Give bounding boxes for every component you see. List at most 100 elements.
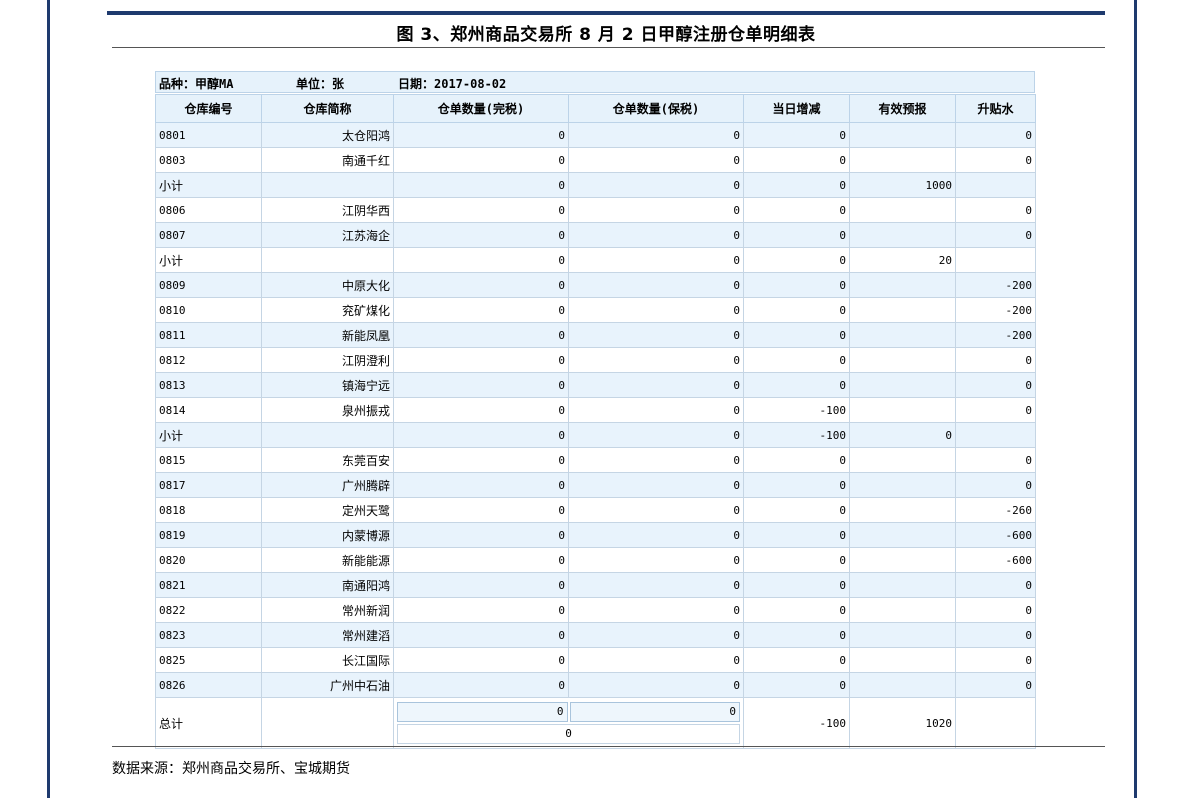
cell-warehouse-code: 0813 xyxy=(155,372,262,398)
cell-daily-change: 0 xyxy=(743,322,850,348)
cell-warehouse-name: 太仓阳鸿 xyxy=(261,122,394,148)
col-header-tax-paid: 仓单数量(完税) xyxy=(393,94,569,123)
cell-warehouse-name: 江阴澄利 xyxy=(261,347,394,373)
cell-warehouse-code: 0801 xyxy=(155,122,262,148)
cell-forecast xyxy=(849,197,956,223)
cell-forecast xyxy=(849,347,956,373)
total-forecast: 1020 xyxy=(849,697,956,749)
cell-premium: 0 xyxy=(955,197,1036,223)
cell-tax-paid: 0 xyxy=(393,497,569,523)
cell-bonded: 0 xyxy=(568,297,744,323)
cell-warehouse-name: 东莞百安 xyxy=(261,447,394,473)
cell-tax-paid: 0 xyxy=(393,172,569,198)
cell-tax-paid: 0 xyxy=(393,122,569,148)
right-frame-border xyxy=(1134,0,1137,798)
cell-bonded: 0 xyxy=(568,347,744,373)
cell-warehouse-name: 镇海宁远 xyxy=(261,372,394,398)
cell-warehouse-code: 0818 xyxy=(155,497,262,523)
cell-bonded: 0 xyxy=(568,547,744,573)
table-row: 0807 江苏海企 0 0 0 0 xyxy=(155,222,1036,248)
cell-warehouse-name: 江阴华西 xyxy=(261,197,394,223)
table-row: 0826 广州中石油 0 0 0 0 xyxy=(155,672,1036,698)
table-body: 0801 太仓阳鸿 0 0 0 0 0803 南通千红 0 0 0 0 小计 0 0 0 1000 0806 江阴华… xyxy=(155,122,1036,698)
col-header-daily-change: 当日增减 xyxy=(743,94,850,123)
cell-warehouse-name xyxy=(261,172,394,198)
table-row: 0809 中原大化 0 0 0 -200 xyxy=(155,272,1036,298)
unit-label: 单位：张 xyxy=(296,77,345,91)
cell-forecast xyxy=(849,472,956,498)
cell-premium: 0 xyxy=(955,622,1036,648)
variety-label: 品种：甲醇MA xyxy=(159,77,234,91)
cell-tax-paid: 0 xyxy=(393,422,569,448)
cell-tax-paid: 0 xyxy=(393,597,569,623)
cell-tax-paid: 0 xyxy=(393,622,569,648)
cell-warehouse-name: 广州腾辟 xyxy=(261,472,394,498)
cell-warehouse-code: 0825 xyxy=(155,647,262,673)
cell-bonded: 0 xyxy=(568,622,744,648)
cell-forecast xyxy=(849,122,956,148)
cell-forecast xyxy=(849,672,956,698)
cell-forecast xyxy=(849,572,956,598)
col-header-code: 仓库编号 xyxy=(155,94,262,123)
cell-bonded: 0 xyxy=(568,147,744,173)
cell-forecast xyxy=(849,147,956,173)
cell-daily-change: 0 xyxy=(743,197,850,223)
total-tax-paid: 0 xyxy=(397,702,568,722)
cell-warehouse-name: 内蒙博源 xyxy=(261,522,394,548)
cell-daily-change: 0 xyxy=(743,272,850,298)
table-row: 0812 江阴澄利 0 0 0 0 xyxy=(155,347,1036,373)
cell-premium: 0 xyxy=(955,572,1036,598)
cell-bonded: 0 xyxy=(568,597,744,623)
cell-warehouse-name: 常州新润 xyxy=(261,597,394,623)
cell-daily-change: 0 xyxy=(743,472,850,498)
cell-premium: -260 xyxy=(955,497,1036,523)
cell-forecast: 1000 xyxy=(849,172,956,198)
cell-warehouse-code: 0806 xyxy=(155,197,262,223)
cell-forecast xyxy=(849,372,956,398)
cell-forecast xyxy=(849,622,956,648)
table-row: 0806 江阴华西 0 0 0 0 xyxy=(155,197,1036,223)
cell-bonded: 0 xyxy=(568,272,744,298)
cell-warehouse-name: 江苏海企 xyxy=(261,222,394,248)
table-row: 0814 泉州振戎 0 0 -100 0 xyxy=(155,397,1036,423)
top-rule xyxy=(107,11,1105,15)
cell-premium: -600 xyxy=(955,522,1036,548)
cell-warehouse-name: 定州天鹭 xyxy=(261,497,394,523)
cell-warehouse-name: 长江国际 xyxy=(261,647,394,673)
col-header-premium: 升贴水 xyxy=(955,94,1036,123)
cell-premium: 0 xyxy=(955,447,1036,473)
cell-warehouse-code: 0821 xyxy=(155,572,262,598)
col-header-bonded: 仓单数量(保税) xyxy=(568,94,744,123)
cell-warehouse-name: 广州中石油 xyxy=(261,672,394,698)
cell-bonded: 0 xyxy=(568,372,744,398)
cell-warehouse-code: 0823 xyxy=(155,622,262,648)
cell-bonded: 0 xyxy=(568,197,744,223)
cell-warehouse-code: 0810 xyxy=(155,297,262,323)
cell-warehouse-name: 南通阳鸿 xyxy=(261,572,394,598)
total-row: 总计 0 0 0 -100 1020 xyxy=(155,697,1036,749)
subtotal-row: 小计 0 0 0 1000 xyxy=(155,172,1036,198)
left-frame-border xyxy=(47,0,50,798)
cell-forecast xyxy=(849,272,956,298)
table-row: 0817 广州腾辟 0 0 0 0 xyxy=(155,472,1036,498)
cell-daily-change: -100 xyxy=(743,422,850,448)
subtotal-row: 小计 0 0 0 20 xyxy=(155,247,1036,273)
table-row: 0819 内蒙博源 0 0 0 -600 xyxy=(155,522,1036,548)
cell-daily-change: 0 xyxy=(743,447,850,473)
cell-bonded: 0 xyxy=(568,647,744,673)
cell-tax-paid: 0 xyxy=(393,297,569,323)
cell-daily-change: 0 xyxy=(743,622,850,648)
table-row: 0815 东莞百安 0 0 0 0 xyxy=(155,447,1036,473)
cell-warehouse-code: 0812 xyxy=(155,347,262,373)
cell-bonded: 0 xyxy=(568,247,744,273)
cell-premium xyxy=(955,172,1036,198)
cell-premium: -600 xyxy=(955,547,1036,573)
cell-bonded: 0 xyxy=(568,447,744,473)
cell-warehouse-code: 小计 xyxy=(155,422,262,448)
date-label: 日期：2017-08-02 xyxy=(398,77,507,91)
cell-daily-change: 0 xyxy=(743,147,850,173)
cell-warehouse-name: 兖矿煤化 xyxy=(261,297,394,323)
total-bonded: 0 xyxy=(569,702,740,722)
cell-daily-change: 0 xyxy=(743,597,850,623)
cell-warehouse-code: 0807 xyxy=(155,222,262,248)
